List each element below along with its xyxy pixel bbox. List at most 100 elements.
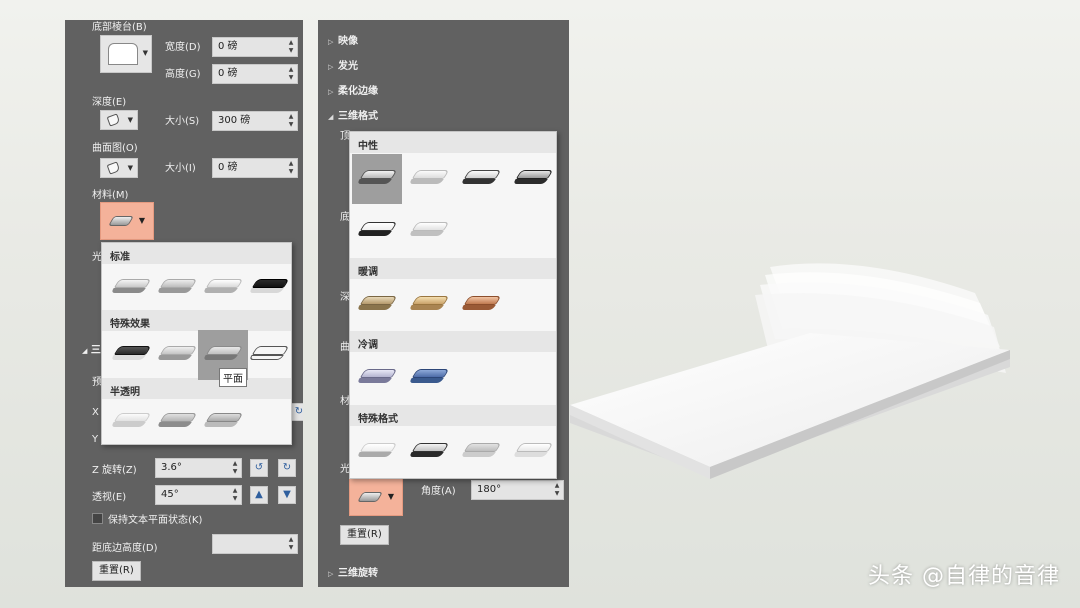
material-translucent-powder-tile[interactable] (198, 397, 248, 447)
section-reflection[interactable]: ▷ 映像 (328, 32, 358, 47)
spinner-arrows-icon[interactable]: ▲ ▼ (287, 160, 295, 176)
lighting-preview-icon (357, 492, 383, 502)
triangle-right-icon: ▷ (328, 88, 334, 96)
paint-bucket-icon (106, 161, 121, 175)
triangle-down-icon: ◢ (82, 347, 88, 355)
section-soft-edges-label: 柔化边缘 (338, 86, 378, 97)
section-glow[interactable]: ▷ 发光 (328, 57, 358, 72)
lighting-sunrise-tile[interactable] (404, 280, 454, 330)
gallery-section-neutral: 中性 (350, 132, 556, 153)
section-glow-label: 发光 (338, 61, 358, 72)
contour-label: 曲面图(O) (92, 143, 138, 154)
arrow-down-icon[interactable]: ▼ (278, 486, 296, 504)
material-metal-tile[interactable] (244, 263, 294, 313)
lighting-soft-tile[interactable] (456, 154, 506, 204)
width-label: 宽度(D) (165, 42, 201, 53)
lighting-freezing-tile[interactable] (404, 353, 454, 403)
y-rotation-label: Y (92, 434, 99, 445)
keep-text-flat-checkbox[interactable] (92, 513, 103, 524)
lighting-flood-tile[interactable] (352, 206, 402, 256)
section-3d-rotation-label: 三维旋转 (338, 568, 378, 579)
lighting-chilly-tile[interactable] (352, 353, 402, 403)
section-3d-format[interactable]: ◢ 三维格式 (328, 107, 378, 122)
contour-size-input[interactable]: 0 磅 ▲ ▼ (212, 158, 298, 178)
material-picker-button[interactable]: ▼ (100, 202, 154, 240)
paper-stack-illustration (570, 263, 1010, 479)
spinner-arrows-icon[interactable]: ▲ ▼ (287, 113, 295, 129)
spinner-arrows-icon[interactable]: ▲ ▼ (231, 460, 239, 476)
height-label: 高度(G) (165, 69, 201, 80)
width-input[interactable]: 0 磅 ▲ ▼ (212, 37, 298, 57)
chevron-down-icon: ▼ (138, 216, 145, 225)
spinner-arrows-icon[interactable]: ▲ ▼ (287, 536, 295, 552)
gallery-section-translucent: 半透明 (102, 378, 291, 399)
gallery-section-warm: 暖调 (350, 258, 556, 279)
paint-bucket-icon (106, 113, 121, 127)
chevron-down-icon: ▼ (387, 492, 394, 501)
material-matte-tile[interactable] (106, 263, 156, 313)
rotate-ccw-icon[interactable]: ↺ (250, 459, 268, 477)
distance-from-ground-label: 距底边高度(D) (92, 543, 158, 554)
perspective-input[interactable]: 45° ▲ ▼ (155, 485, 242, 505)
material-wireframe-tile[interactable] (244, 330, 294, 380)
material-warm-matte-tile[interactable] (152, 263, 202, 313)
triangle-right-icon: ▷ (328, 570, 334, 578)
distance-from-ground-input[interactable]: ▲ ▼ (212, 534, 298, 554)
triangle-right-icon: ▷ (328, 38, 334, 46)
lighting-harsh-tile[interactable] (508, 154, 558, 204)
height-input[interactable]: 0 磅 ▲ ▼ (212, 64, 298, 84)
contour-size-label: 大小(I) (165, 163, 196, 174)
rotation-section-label: 三 (90, 345, 101, 356)
rotation-section-header[interactable]: ◢ 三 (82, 341, 101, 356)
material-dark-edge-tile[interactable] (106, 330, 156, 380)
gallery-section-special: 特殊格式 (350, 405, 556, 426)
lighting-sunset-tile[interactable] (456, 280, 506, 330)
material-soft-edge-tile[interactable] (152, 330, 202, 380)
depth-color-picker[interactable]: ▼ (100, 110, 138, 130)
height-value: 0 磅 (218, 68, 238, 79)
width-value: 0 磅 (218, 41, 238, 52)
bevel-bottom-picker[interactable]: ▼ (100, 35, 152, 73)
z-rotation-input[interactable]: 3.6° ▲ ▼ (155, 458, 242, 478)
gallery-section-standard: 标准 (102, 243, 291, 264)
material-plastic-tile[interactable] (198, 263, 248, 313)
depth-size-value: 300 磅 (218, 115, 251, 126)
keep-text-flat-label: 保持文本平面状态(K) (108, 515, 203, 526)
lighting-picker-button[interactable]: ▼ (349, 478, 403, 516)
material-tooltip: 平面 (219, 368, 247, 387)
material-preview-icon (108, 216, 134, 226)
lighting-morning-tile[interactable] (352, 280, 402, 330)
angle-input[interactable]: 180° ▲ ▼ (471, 480, 564, 500)
rotate-cw-icon[interactable]: ↻ (278, 459, 296, 477)
lighting-glow-tile[interactable] (456, 427, 506, 477)
arrow-up-icon[interactable]: ▲ (250, 486, 268, 504)
chevron-down-icon: ▼ (127, 164, 133, 172)
spinner-arrows-icon[interactable]: ▲ ▼ (287, 66, 295, 82)
spinner-arrows-icon[interactable]: ▲ ▼ (231, 487, 239, 503)
lighting-threepoint-tile[interactable] (352, 154, 402, 204)
section-3d-format-label: 三维格式 (338, 111, 378, 122)
lighting-bright-room-tile[interactable] (508, 427, 558, 477)
z-rotation-value: 3.6° (161, 462, 182, 473)
contour-size-value: 0 磅 (218, 162, 238, 173)
reset-button[interactable]: 重置(R) (92, 561, 141, 581)
angle-value: 180° (477, 484, 502, 495)
chevron-down-icon: ▼ (127, 116, 133, 124)
material-clear-tile[interactable] (152, 397, 202, 447)
section-3d-rotation[interactable]: ▷ 三维旋转 (328, 564, 378, 579)
depth-size-input[interactable]: 300 磅 ▲ ▼ (212, 111, 298, 131)
chevron-down-icon: ▼ (142, 49, 148, 57)
lighting-balanced-tile[interactable] (404, 154, 454, 204)
lighting-gallery: 中性 暖调 冷调 特殊格式 (349, 131, 557, 479)
reset-button[interactable]: 重置(R) (340, 525, 389, 545)
contour-color-picker[interactable]: ▼ (100, 158, 138, 178)
lighting-flat-tile[interactable] (352, 427, 402, 477)
lighting-two-point-tile[interactable] (404, 427, 454, 477)
material-label: 材料(M) (92, 190, 129, 201)
bevel-preview-icon (108, 43, 138, 65)
section-soft-edges[interactable]: ▷ 柔化边缘 (328, 82, 378, 97)
depth-label: 深度(E) (92, 97, 127, 108)
spinner-arrows-icon[interactable]: ▲ ▼ (287, 39, 295, 55)
lighting-contrasting-tile[interactable] (404, 206, 454, 256)
material-powder-tile[interactable] (106, 397, 156, 447)
